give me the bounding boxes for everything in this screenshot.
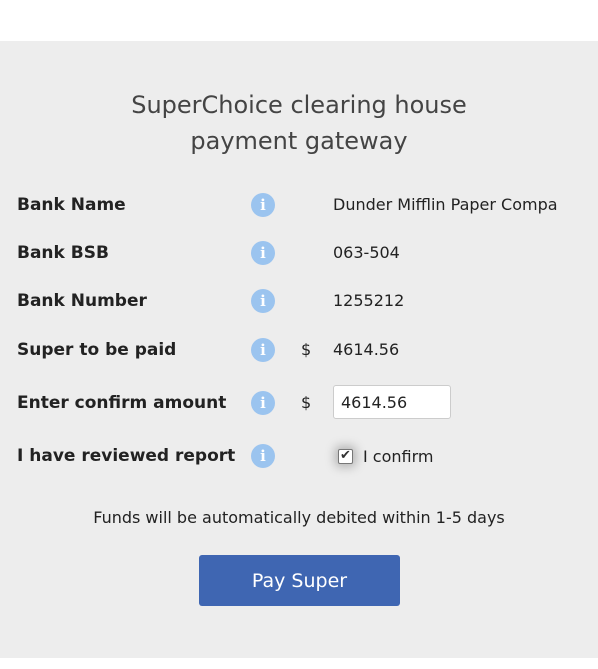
bank-name-label: Bank Name [17,195,126,215]
row-bank-number: Bank Number i 1255212 [0,286,598,316]
row-bank-bsb: Bank BSB i 063-504 [0,238,598,268]
page-title: SuperChoice clearing house payment gatew… [0,87,598,159]
info-icon[interactable]: i [251,193,275,217]
bank-bsb-value: 063-504 [333,243,400,262]
title-line-1: SuperChoice clearing house [131,91,467,119]
pay-super-button[interactable]: Pay Super [199,555,400,606]
row-super-to-be-paid: Super to be paid i $ 4614.56 [0,335,598,365]
currency-symbol: $ [301,340,312,359]
bank-number-label: Bank Number [17,291,147,311]
checkmark-icon: ✔ [340,447,351,463]
info-icon[interactable]: i [251,241,275,265]
confirm-checkbox-label[interactable]: I confirm [363,447,434,466]
bank-bsb-label: Bank BSB [17,243,109,263]
bank-name-value: Dunder Mifflin Paper Compa [333,195,558,214]
reviewed-report-label: I have reviewed report [17,446,236,466]
title-line-2: payment gateway [190,127,408,155]
row-confirm-amount: Enter confirm amount i $ [0,385,598,419]
info-icon[interactable]: i [251,338,275,362]
row-bank-name: Bank Name i Dunder Mifflin Paper Compa [0,190,598,220]
super-to-be-paid-value: 4614.56 [333,340,400,359]
info-icon[interactable]: i [251,391,275,415]
super-to-be-paid-label: Super to be paid [17,340,177,360]
row-reviewed-report: I have reviewed report i ✔ I confirm [0,441,598,471]
info-icon[interactable]: i [251,444,275,468]
confirm-checkbox-group[interactable]: ✔ I confirm [338,441,434,471]
debit-notice: Funds will be automatically debited with… [93,508,505,527]
confirm-amount-label: Enter confirm amount [17,393,227,413]
info-icon[interactable]: i [251,289,275,313]
currency-symbol: $ [301,393,312,412]
confirm-amount-input[interactable] [333,385,451,419]
confirm-checkbox[interactable]: ✔ [338,447,353,464]
bank-number-value: 1255212 [333,291,405,310]
